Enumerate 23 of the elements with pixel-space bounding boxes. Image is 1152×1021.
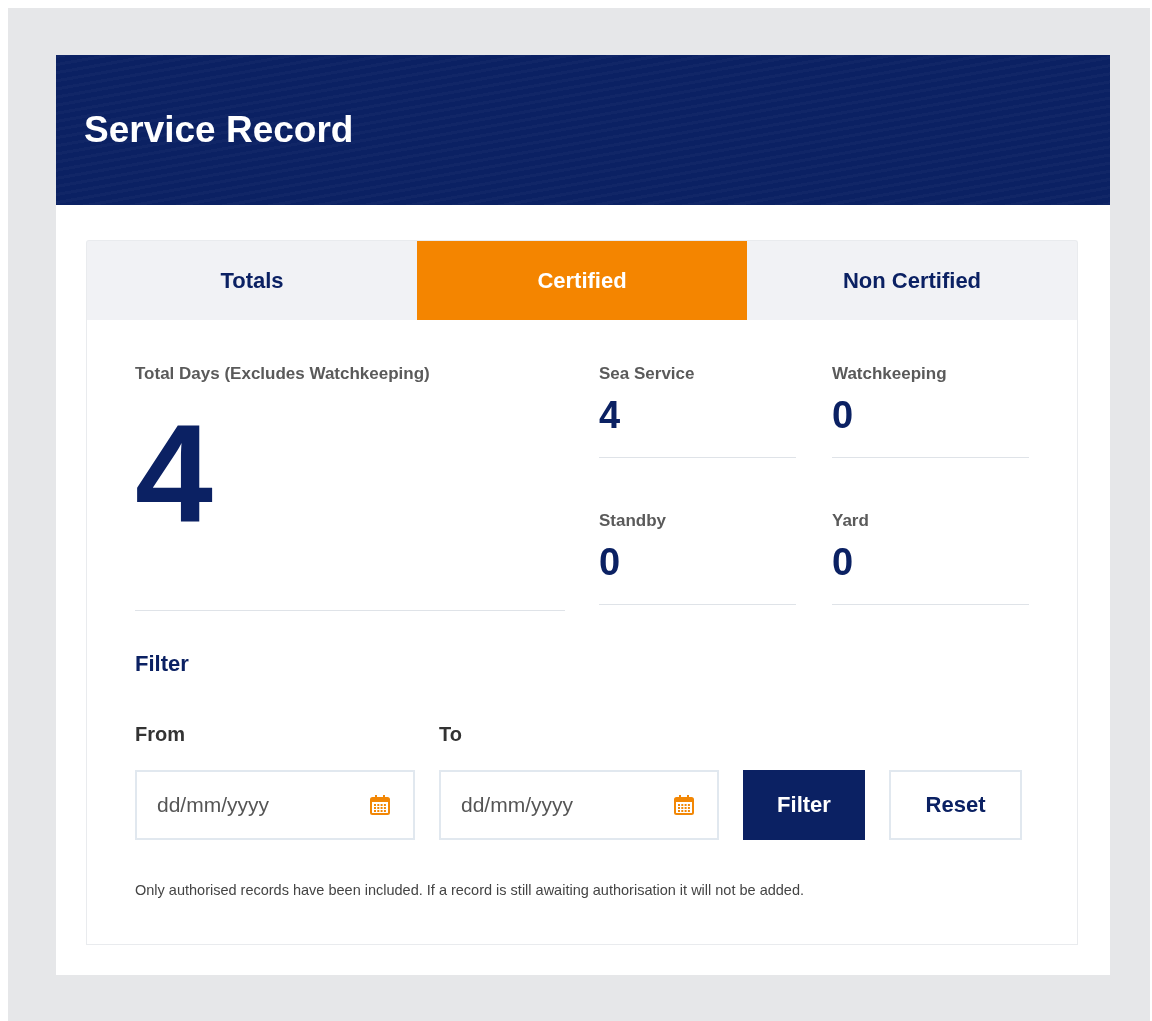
stat-value: 0 (832, 540, 855, 584)
total-value: 4 (135, 404, 214, 544)
stat-label: Sea Service (599, 364, 696, 384)
date-label: To (439, 723, 463, 746)
stat-value: 0 (599, 540, 622, 584)
date-field[interactable]: dd/mm/yyyy (135, 770, 415, 840)
stat-label: Standby (599, 510, 668, 531)
stat-value: 0 (832, 394, 855, 437)
tab[interactable]: Totals (87, 241, 417, 320)
calendar-icon (673, 794, 695, 816)
date-label: From (135, 723, 186, 746)
tab[interactable]: Non Certified (747, 241, 1077, 320)
page-title: Service Record (84, 109, 354, 151)
stat-label: Watchkeeping (832, 364, 948, 384)
calendar-icon (369, 794, 391, 816)
reset-button[interactable]: Reset (889, 770, 1022, 840)
stat-value: 4 (599, 394, 622, 437)
filter-heading: Filter (135, 651, 190, 677)
info-note: Only authorised records have been included. If a record is still awaiting authorisation it will not be added. (135, 882, 805, 898)
filter-button[interactable]: Filter (743, 770, 865, 840)
stat-label: Yard (832, 510, 870, 531)
total-label: Total Days (Excludes Watchkeeping) (135, 364, 431, 384)
date-field[interactable]: dd/mm/yyyy (439, 770, 719, 840)
